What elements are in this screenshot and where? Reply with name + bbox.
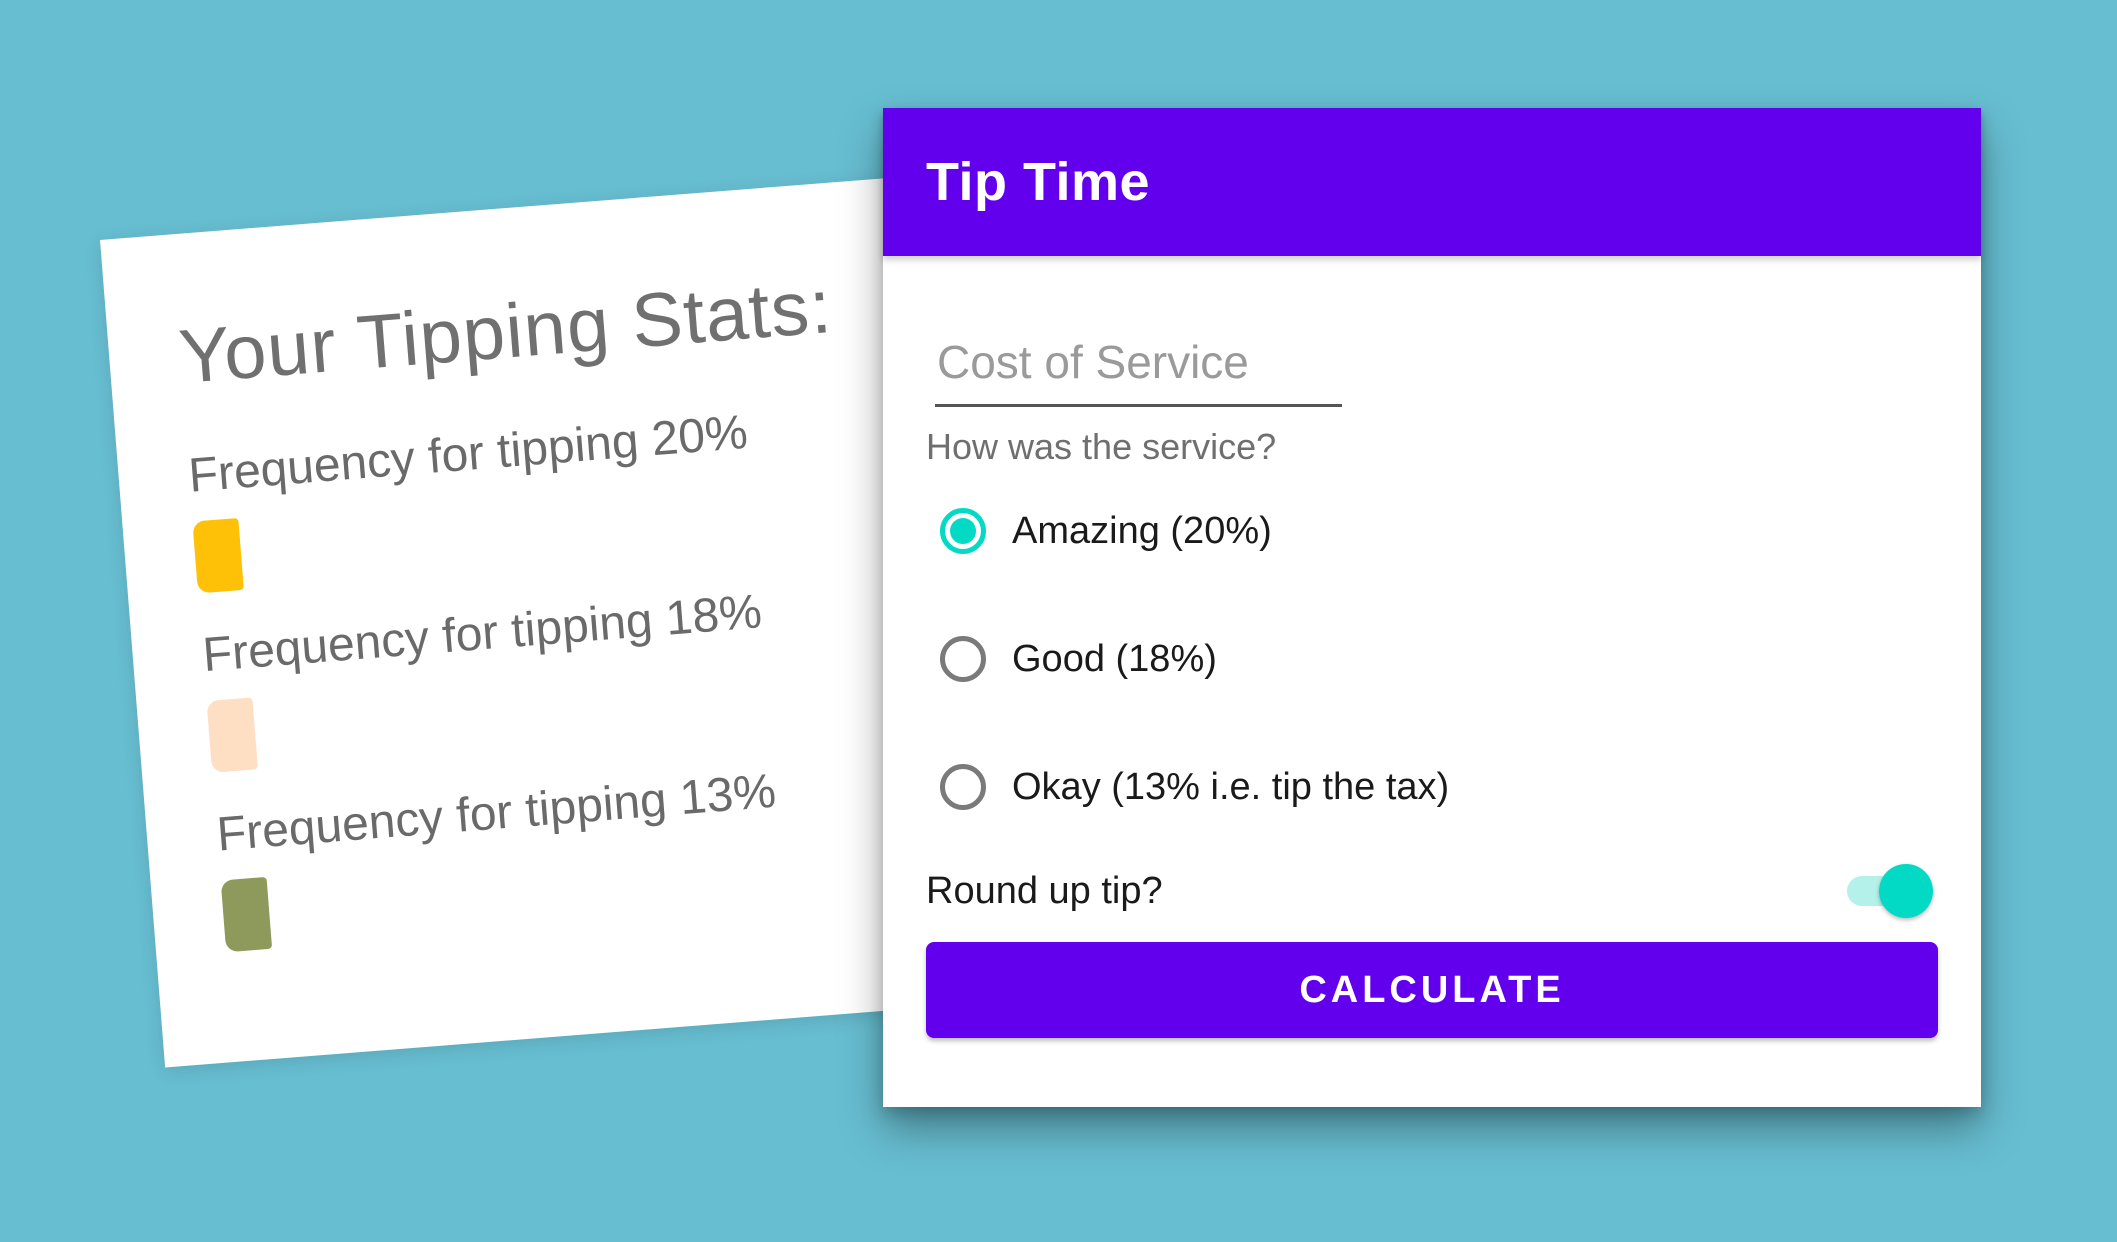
option-label: Okay (13% i.e. tip the tax) <box>1012 765 1450 808</box>
stat-bar-13 <box>220 876 273 953</box>
option-label: Good (18%) <box>1012 637 1217 680</box>
stat-row-13: Frequency for tipping 13% <box>215 764 785 953</box>
stat-label-18: Frequency for tipping 18% <box>200 585 764 683</box>
stat-bar-20 <box>192 518 244 594</box>
stat-label-13: Frequency for tipping 13% <box>214 764 778 862</box>
cost-of-service-input[interactable] <box>935 326 1342 407</box>
round-up-label: Round up tip? <box>926 870 1163 912</box>
round-up-switch[interactable] <box>1843 864 1933 918</box>
stat-label-20: Frequency for tipping 20% <box>186 405 750 503</box>
option-good[interactable]: Good (18%) <box>940 636 1217 682</box>
tip-time-app: Tip Time How was the service? Amazing (2… <box>883 108 1981 1107</box>
stat-bar-18 <box>206 697 259 773</box>
service-question: How was the service? <box>926 426 1277 467</box>
calculate-button[interactable]: CALCULATE <box>926 942 1938 1038</box>
switch-thumb <box>1879 864 1933 918</box>
option-label: Amazing (20%) <box>1012 509 1272 552</box>
stats-title: Your Tipping Stats: <box>176 263 835 400</box>
option-amazing[interactable]: Amazing (20%) <box>940 508 1272 554</box>
stat-row-20: Frequency for tipping 20% <box>187 405 757 594</box>
app-bar: Tip Time <box>883 108 1981 256</box>
radio-button-unchecked-icon[interactable] <box>940 764 986 810</box>
radio-button-checked-icon[interactable] <box>940 508 986 554</box>
radio-button-unchecked-icon[interactable] <box>940 636 986 682</box>
stat-row-18: Frequency for tipping 18% <box>201 584 771 773</box>
option-okay[interactable]: Okay (13% i.e. tip the tax) <box>940 764 1449 810</box>
app-title: Tip Time <box>926 152 1151 212</box>
